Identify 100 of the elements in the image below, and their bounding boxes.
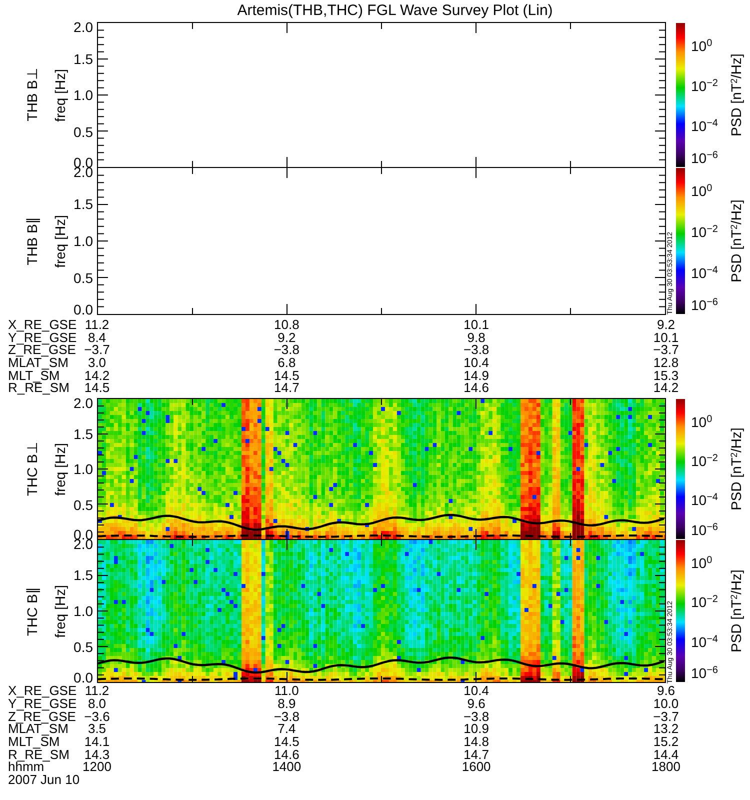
scale-label: 10$^{−4}$ <box>691 635 718 650</box>
scale-label: 10$^{−2}$ <box>691 595 718 610</box>
row-value: −3.6 <box>84 710 110 722</box>
row-label: Z_RE_GSE <box>8 710 76 722</box>
row-label: MLAT_SM <box>8 356 68 370</box>
row-value: 1800 <box>652 760 680 774</box>
tick-label: 0.5 <box>74 640 93 654</box>
row-value: 10.1 <box>653 330 679 344</box>
row-value: 10.4 <box>464 356 489 370</box>
scale-label: 10$^{−6}$ <box>691 150 718 165</box>
row-label: Y_RE_GSE <box>8 696 77 710</box>
scale-label: 10$^{−4}$ <box>691 266 718 280</box>
row-value: 7.4 <box>278 722 296 736</box>
row-label: MLT_SM <box>8 734 60 748</box>
row-value: 14.4 <box>653 748 679 761</box>
row-value: 11.0 <box>274 684 299 698</box>
scale-label: 10$^{−4}$ <box>691 492 718 507</box>
row-label: MLT_SM <box>8 368 60 382</box>
row-value: 14.7 <box>274 381 300 394</box>
row-value: 14.5 <box>84 381 110 394</box>
row-label: Y_RE_GSE <box>8 330 77 344</box>
row-value: 14.8 <box>464 734 489 748</box>
tick-label: 0.5 <box>74 124 93 138</box>
row-value: −3.8 <box>464 343 490 356</box>
tick-label: 1.0 <box>74 88 93 102</box>
row-value: 14.7 <box>464 748 489 761</box>
row-value: 9.6 <box>656 684 676 698</box>
row-value: 8.9 <box>278 696 296 710</box>
tick-label: 1.0 <box>74 234 93 248</box>
panel-label: THC B∥ <box>24 586 40 636</box>
row-value: 14.6 <box>274 748 300 761</box>
scale-label: 10$^{−2}$ <box>691 225 718 240</box>
row-value: 1200 <box>82 760 112 774</box>
row-value: 9.2 <box>278 330 296 344</box>
row-value: 11.2 <box>84 318 110 331</box>
row-value: 1400 <box>272 760 302 774</box>
row-value: 15.3 <box>653 368 679 382</box>
row-value: 14.2 <box>653 381 679 394</box>
row-value: 11.2 <box>84 684 110 698</box>
row-value: 14.1 <box>84 734 110 748</box>
tick-label: 2.0 <box>74 20 93 34</box>
row-label: X_RE_GSE <box>8 318 77 331</box>
row-value: −3.7 <box>653 710 679 722</box>
tick-label: 1.0 <box>74 604 93 618</box>
row-value: −3.8 <box>274 343 300 356</box>
row-value: 8.0 <box>88 696 106 710</box>
row-value: 3.5 <box>88 722 106 736</box>
scale-label: 10$^{−6}$ <box>691 298 718 312</box>
row-value: 15.2 <box>653 734 679 748</box>
row-value: −3.7 <box>653 343 679 356</box>
scale-label: 10$^{0}$ <box>691 556 712 570</box>
row-value: 14.9 <box>464 368 489 382</box>
axis-label: freq [Hz] <box>52 214 68 268</box>
row-value: 1600 <box>462 760 491 774</box>
row-value: 10.4 <box>464 684 489 698</box>
date-label: 2007 Jun 10 <box>7 772 81 786</box>
row-value: 3.0 <box>88 356 106 370</box>
axis-label: freq [Hz] <box>52 68 68 122</box>
row-value: 14.5 <box>274 734 300 748</box>
scale-label: 10$^{−2}$ <box>691 454 718 468</box>
row-value: 9.2 <box>656 318 676 331</box>
plot-title: Artemis(THB,THC) FGL Wave Survey Plot (Lin) <box>236 1 554 21</box>
row-label: R_RE_SM <box>8 381 70 394</box>
axis-label: freq [Hz] <box>52 442 68 496</box>
scale-label: 10$^{0}$ <box>691 414 712 429</box>
row-value: 13.2 <box>653 722 679 736</box>
tick-label: 2.0 <box>74 396 93 410</box>
scale-label: 10$^{0}$ <box>691 39 712 54</box>
tick-label: 1.5 <box>74 197 93 211</box>
row-value: −3.7 <box>84 343 110 356</box>
row-value: 10.1 <box>464 318 489 331</box>
panel-label: THC B⊥ <box>24 442 40 496</box>
tick-label: 0.5 <box>74 271 93 285</box>
row-value: 14.5 <box>274 368 300 382</box>
row-value: 6.8 <box>278 356 296 370</box>
panel-label: THB B∥ <box>24 216 40 266</box>
scale-label: 10$^{−2}$ <box>691 79 718 94</box>
scale-label: 10$^{−6}$ <box>691 523 718 538</box>
row-label: hhmm <box>8 760 44 774</box>
scale-label: 10$^{0}$ <box>691 184 712 198</box>
row-value: 10.0 <box>653 696 679 710</box>
scale-label: 10$^{−4}$ <box>691 119 718 134</box>
scale-label: 10$^{−6}$ <box>691 666 718 680</box>
axis-label: freq [Hz] <box>52 584 68 638</box>
tick-label: 1.5 <box>74 568 93 582</box>
tick-label: 1.5 <box>74 52 93 66</box>
tick-label: 0.0 <box>74 670 93 685</box>
row-label: X_RE_GSE <box>8 684 77 698</box>
panel-label: THB B⊥ <box>24 68 40 122</box>
row-value: 8.4 <box>88 330 106 344</box>
row-value: 10.8 <box>274 318 300 331</box>
row-label: R_RE_SM <box>8 748 70 761</box>
tick-label: 0.5 <box>74 498 93 512</box>
row-value: 9.8 <box>467 330 486 344</box>
tick-label: 1.0 <box>74 462 93 476</box>
row-value: −3.8 <box>464 710 490 722</box>
tick-label: 0.0 <box>74 302 93 317</box>
row-value: 12.8 <box>653 356 679 370</box>
row-value: −3.8 <box>274 710 300 722</box>
tick-label: 1.5 <box>74 426 93 441</box>
